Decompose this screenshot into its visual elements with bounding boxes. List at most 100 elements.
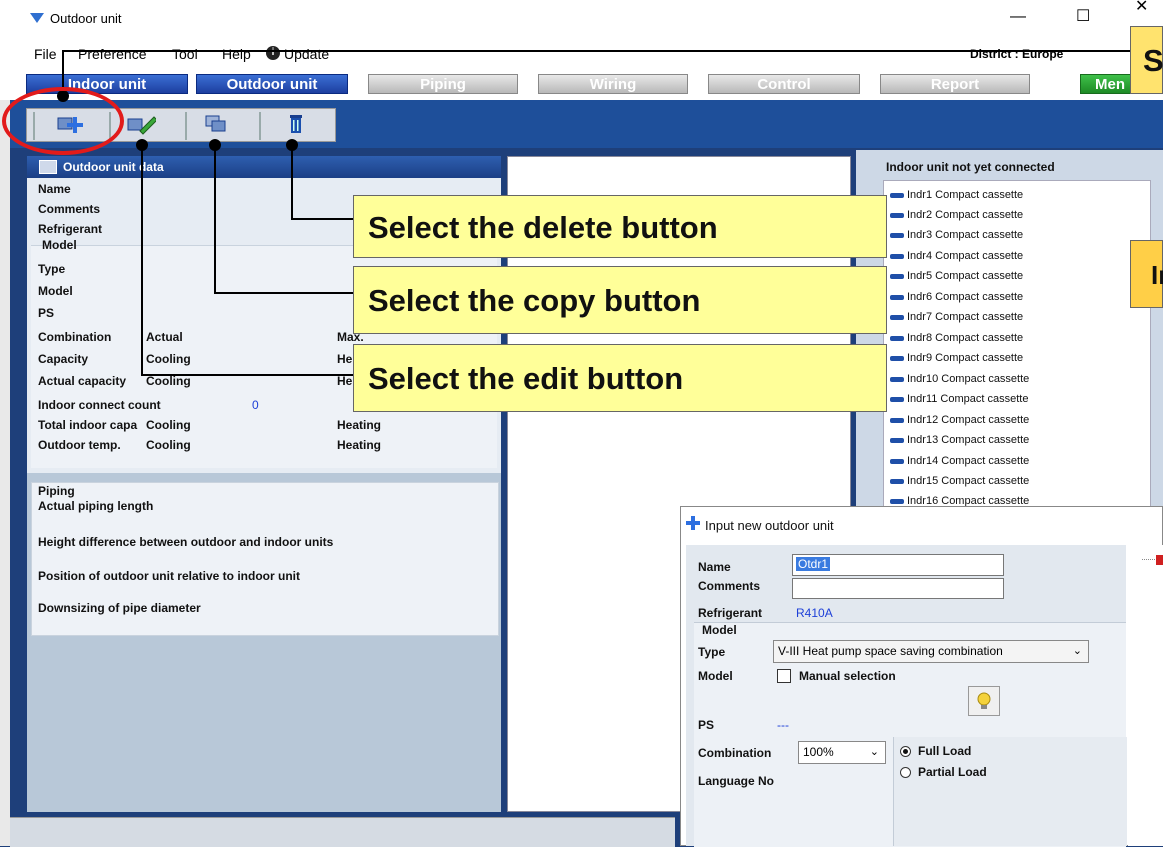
menu-file[interactable]: File xyxy=(34,46,57,62)
delete-button[interactable] xyxy=(279,113,315,139)
callout-dot xyxy=(286,139,298,151)
full-load-radio[interactable] xyxy=(900,746,911,757)
indoor-connect-count-value: 0 xyxy=(252,398,259,412)
ps-label: PS xyxy=(38,306,55,320)
dialog-refrigerant-label: Refrigerant xyxy=(698,606,763,620)
comments-input[interactable] xyxy=(792,578,1004,599)
tab-report[interactable]: Report xyxy=(880,74,1030,94)
capacity-cooling: Cooling xyxy=(146,352,191,366)
actual-capacity-heating: He xyxy=(337,374,353,388)
toolbar-separator xyxy=(259,112,261,140)
list-item[interactable]: Indr1 Compact cassette xyxy=(890,189,1023,201)
combination-actual: Actual xyxy=(146,330,183,344)
callout-edit: Select the edit button xyxy=(353,344,887,412)
dialog-preview-area xyxy=(1128,545,1163,846)
type-select-value: V-III Heat pump space saving combination xyxy=(778,644,1003,658)
tab-control[interactable]: Control xyxy=(708,74,860,94)
menu-update[interactable]: Update xyxy=(284,46,329,62)
manual-selection-checkbox[interactable] xyxy=(777,669,791,683)
outdoor-temp-label: Outdoor temp. xyxy=(38,438,121,452)
indoor-connect-count-label: Indoor connect count xyxy=(38,398,161,412)
indoor-unit-icon xyxy=(890,294,904,300)
toolbar-separator xyxy=(185,112,187,140)
tab-piping[interactable]: Piping xyxy=(368,74,518,94)
callout-line xyxy=(63,50,1130,52)
suggest-button[interactable] xyxy=(968,686,1000,716)
dialog-name-label: Name xyxy=(698,560,731,574)
combination-select-value: 100% xyxy=(803,745,834,759)
callout-dot xyxy=(136,139,148,151)
callout-mid-right: In xyxy=(1130,240,1163,308)
actual-piping-length-label: Actual piping length xyxy=(38,499,154,513)
menu-tool[interactable]: Tool xyxy=(172,46,198,62)
close-button[interactable]: ✕ xyxy=(1135,0,1148,16)
refrigerant-label: Refrigerant xyxy=(38,222,103,236)
list-item[interactable]: Indr13 Compact cassette xyxy=(890,434,1029,446)
unconnected-indoor-list[interactable]: Indr1 Compact cassette Indr2 Compact cas… xyxy=(883,180,1151,510)
maximize-button[interactable]: ☐ xyxy=(1076,6,1090,26)
status-bar xyxy=(10,817,675,847)
combination-label: Combination xyxy=(38,330,112,344)
type-select[interactable]: V-III Heat pump space saving combination… xyxy=(773,640,1089,663)
panel-header-title: Outdoor unit data xyxy=(63,160,164,174)
name-input[interactable]: Otdr1 xyxy=(792,554,1004,576)
copy-icon xyxy=(205,115,226,132)
edit-icon xyxy=(127,116,158,135)
dialog-title: Input new outdoor unit xyxy=(705,518,834,533)
position-outdoor-unit-label: Position of outdoor unit relative to ind… xyxy=(38,569,300,583)
piping-section-title: Piping xyxy=(38,484,75,498)
menu-preference[interactable]: Preference xyxy=(78,46,146,62)
list-item[interactable]: Indr7 Compact cassette xyxy=(890,311,1023,323)
combination-select[interactable]: 100% ⌄ xyxy=(798,741,886,764)
app-icon xyxy=(30,12,44,23)
info-icon: i xyxy=(266,46,280,60)
actual-capacity-label: Actual capacity xyxy=(38,374,127,388)
list-item[interactable]: Indr15 Compact cassette xyxy=(890,475,1029,487)
indoor-unit-icon xyxy=(890,396,904,402)
tab-outdoor-unit[interactable]: Outdoor unit xyxy=(196,74,348,94)
dialog-add-icon xyxy=(686,516,700,533)
dialog-comments-label: Comments xyxy=(698,579,761,593)
indoor-unit-icon xyxy=(890,478,904,484)
callout-line xyxy=(291,144,293,219)
callout-line xyxy=(141,144,143,376)
list-item[interactable]: Indr2 Compact cassette xyxy=(890,209,1023,221)
title-bar: Outdoor unit — ☐ ✕ xyxy=(0,0,1163,40)
dialog-model-label: Model xyxy=(698,669,733,683)
total-indoor-capa-heating: Heating xyxy=(337,418,382,432)
outdoor-temp-cooling: Cooling xyxy=(146,438,191,452)
tab-wiring[interactable]: Wiring xyxy=(538,74,688,94)
dialog-language-label: Language No xyxy=(698,774,775,788)
minimize-button[interactable]: — xyxy=(1010,8,1026,26)
partial-load-radio[interactable] xyxy=(900,767,911,778)
dialog-type-label: Type xyxy=(698,645,726,659)
refrigerant-value: R410A xyxy=(796,606,833,620)
chevron-down-icon: ⌄ xyxy=(1072,645,1082,657)
list-item[interactable]: Indr8 Compact cassette xyxy=(890,332,1023,344)
list-item[interactable]: Indr3 Compact cassette xyxy=(890,229,1023,241)
manual-selection-label: Manual selection xyxy=(799,669,896,683)
list-item[interactable]: Indr12 Compact cassette xyxy=(890,414,1029,426)
list-item[interactable]: Indr9 Compact cassette xyxy=(890,352,1023,364)
list-item[interactable]: Indr5 Compact cassette xyxy=(890,270,1023,282)
copy-button[interactable] xyxy=(199,113,235,139)
list-item[interactable]: Indr11 Compact cassette xyxy=(890,393,1028,405)
indoor-unit-icon xyxy=(890,335,904,341)
trash-icon xyxy=(290,115,302,133)
callout-line xyxy=(291,218,353,220)
menu-help[interactable]: Help xyxy=(222,46,251,62)
dialog-combination-label: Combination xyxy=(698,746,772,760)
capacity-label: Capacity xyxy=(38,352,89,366)
list-item[interactable]: Indr6 Compact cassette xyxy=(890,291,1023,303)
chevron-down-icon: ⌄ xyxy=(869,746,879,758)
callout-top-right: S xyxy=(1130,26,1163,94)
name-input-value: Otdr1 xyxy=(796,557,831,571)
callout-line xyxy=(141,374,353,376)
edit-button[interactable] xyxy=(123,113,159,139)
list-item[interactable]: Indr4 Compact cassette xyxy=(890,250,1023,262)
indoor-unit-icon xyxy=(890,253,904,259)
dialog-model-section-title: Model xyxy=(702,623,737,637)
list-item[interactable]: Indr10 Compact cassette xyxy=(890,373,1029,385)
name-label: Name xyxy=(38,182,71,196)
list-item[interactable]: Indr14 Compact cassette xyxy=(890,455,1029,467)
